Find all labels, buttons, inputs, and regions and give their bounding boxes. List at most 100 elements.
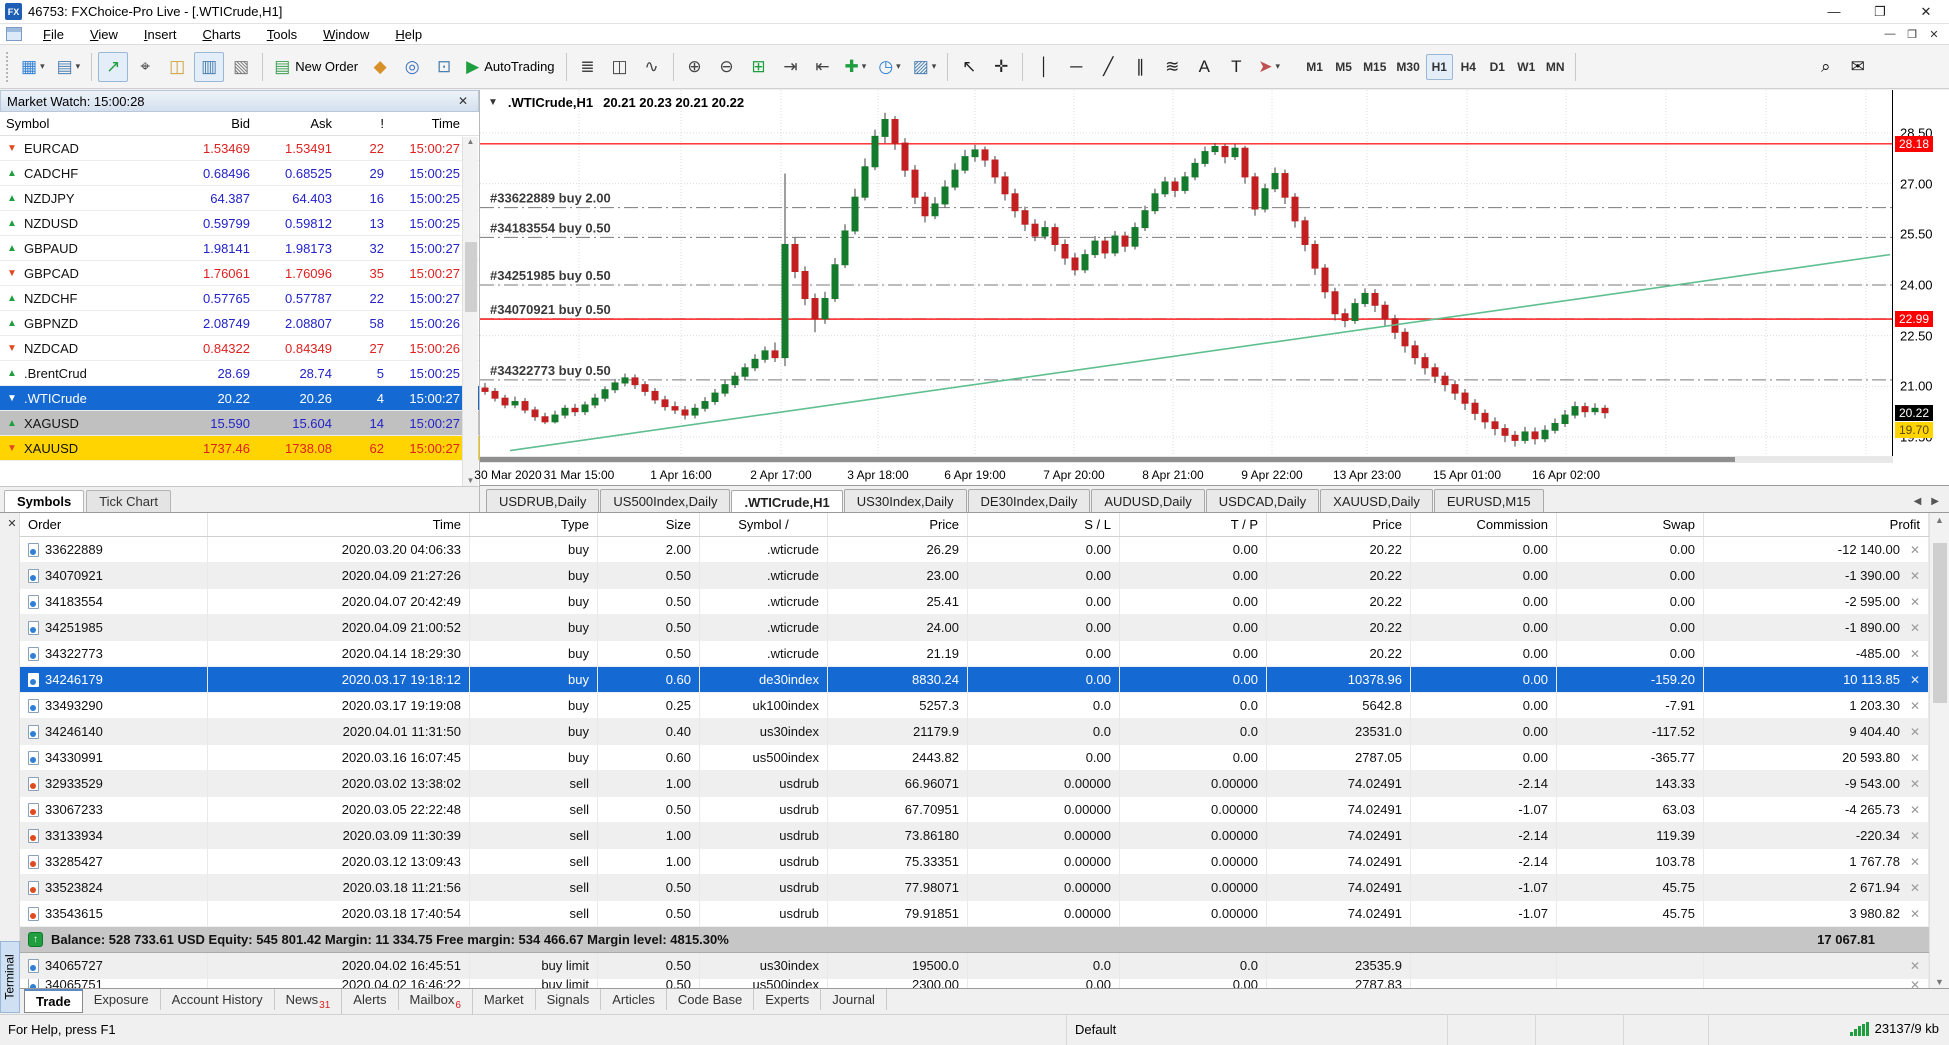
market-watch-row[interactable]: ▼XAUUSD1737.461738.086215:00:27 (0, 436, 479, 461)
market-watch-row[interactable]: ▼NZDCAD0.843220.843492715:00:26 (0, 336, 479, 361)
shapes-button[interactable]: ➤▾ (1253, 52, 1285, 82)
market-watch-row[interactable]: ▲.BrentCrud28.6928.74515:00:25 (0, 361, 479, 386)
terminal-tab-signals[interactable]: Signals (536, 989, 602, 1010)
terminal-tab-market[interactable]: Market (473, 989, 536, 1010)
chart-tab-usdcaddaily[interactable]: USDCAD,Daily (1206, 489, 1319, 512)
close-order-icon[interactable]: ✕ (1910, 673, 1920, 687)
close-order-icon[interactable]: ✕ (1910, 751, 1920, 765)
terminal-tab-trade[interactable]: Trade (24, 989, 83, 1013)
order-row[interactable]: 343227732020.04.14 18:29:30buy0.50.wticr… (20, 641, 1929, 667)
chart-tab-wticrudeh1[interactable]: .WTICrude,H1 (731, 490, 842, 513)
column-header-tp[interactable]: T / P (1120, 513, 1267, 536)
trendline-button[interactable]: ╱ (1093, 52, 1123, 82)
line-chart-button[interactable]: ∿ (637, 52, 667, 82)
data-window-button[interactable]: ⌖ (130, 52, 160, 82)
terminal-button[interactable]: ▥ (194, 52, 224, 82)
timeframe-h4[interactable]: H4 (1455, 54, 1482, 80)
scrollbar-thumb[interactable] (465, 242, 477, 312)
terminal-tab-exposure[interactable]: Exposure (83, 989, 161, 1010)
column-header-order[interactable]: Order (20, 513, 208, 536)
close-terminal-icon[interactable]: ✕ (4, 515, 20, 531)
close-order-icon[interactable]: ✕ (1910, 881, 1920, 895)
scroll-right-icon[interactable]: ▶ (1931, 496, 1939, 507)
zoom-out-button[interactable]: ⊖ (712, 52, 742, 82)
terminal-tab-articles[interactable]: Articles (601, 989, 667, 1010)
menu-charts[interactable]: Charts (189, 25, 253, 44)
column-header-price[interactable]: Price (1267, 513, 1411, 536)
scroll-down-icon[interactable]: ▼ (467, 476, 475, 485)
auto-scroll-button[interactable]: ⇥ (776, 52, 806, 82)
order-row[interactable]: 335238242020.03.18 11:21:56sell0.50usdru… (20, 875, 1929, 901)
close-order-icon[interactable]: ✕ (1910, 699, 1920, 713)
navigator-button[interactable]: ◫ (162, 52, 192, 82)
terminal-tab-experts[interactable]: Experts (754, 989, 821, 1010)
column-header-time[interactable]: Time (384, 116, 464, 131)
connection-status[interactable]: 23137/9 kb (1850, 1021, 1939, 1036)
menu-file[interactable]: File (30, 25, 77, 44)
minimize-button[interactable]: — (1811, 0, 1857, 23)
order-row[interactable]: 343309912020.03.16 16:07:45buy0.60us500i… (20, 745, 1929, 771)
order-row[interactable]: 340657272020.04.02 16:45:51buy limit0.50… (20, 953, 1929, 979)
market-watch-row[interactable]: ▼GBPCAD1.760611.760963515:00:27 (0, 261, 479, 286)
chart-tab-xauusddaily[interactable]: XAUUSD,Daily (1320, 489, 1433, 512)
chart-tab-us500indexdaily[interactable]: US500Index,Daily (600, 489, 730, 512)
scroll-left-icon[interactable]: ◀ (1914, 496, 1922, 507)
mdi-minimize-button[interactable]: — (1879, 25, 1901, 43)
menu-tools[interactable]: Tools (254, 25, 310, 44)
metaeditor-button[interactable]: ◆ (365, 52, 395, 82)
market-watch-row[interactable]: ▼EURCAD1.534691.534912215:00:27 (0, 136, 479, 161)
chart-tab-usdrubdaily[interactable]: USDRUB,Daily (486, 489, 599, 512)
status-profile[interactable]: Default (1066, 1015, 1447, 1045)
indicators-button[interactable]: ✚▾ (840, 52, 872, 82)
market-watch-row[interactable]: ▲NZDJPY64.38764.4031615:00:25 (0, 186, 479, 211)
text-button[interactable]: A (1189, 52, 1219, 82)
market-watch-row[interactable]: ▲NZDUSD0.597990.598121315:00:25 (0, 211, 479, 236)
menu-help[interactable]: Help (382, 25, 435, 44)
fibonacci-button[interactable]: ≋ (1157, 52, 1187, 82)
order-row[interactable]: 334932902020.03.17 19:19:08buy0.25uk100i… (20, 693, 1929, 719)
templates-button[interactable]: ▨▾ (908, 52, 942, 82)
close-order-icon[interactable]: ✕ (1910, 959, 1920, 973)
chart-tab-audusddaily[interactable]: AUDUSD,Daily (1091, 489, 1204, 512)
label-button[interactable]: T (1221, 52, 1251, 82)
column-header-size[interactable]: Size (598, 513, 700, 536)
toolbar-drag-handle[interactable] (6, 52, 11, 82)
chevron-down-icon[interactable]: ▾ (862, 61, 867, 72)
bar-chart-button[interactable]: ≣ (573, 52, 603, 82)
chevron-down-icon[interactable]: ▾ (40, 61, 45, 72)
order-row[interactable]: 340657512020.04.02 16:46:22buy limit0.50… (20, 979, 1929, 988)
scrollbar-thumb[interactable] (480, 457, 1735, 462)
close-order-icon[interactable]: ✕ (1910, 829, 1920, 843)
chart-tab-de30indexdaily[interactable]: DE30Index,Daily (968, 489, 1091, 512)
timeframe-m15[interactable]: M15 (1359, 54, 1390, 80)
column-header-profit[interactable]: Profit (1704, 513, 1929, 536)
column-header-type[interactable]: Type (470, 513, 598, 536)
column-header-[interactable]: ! (332, 116, 384, 131)
order-row[interactable]: 336228892020.03.20 04:06:33buy2.00.wticr… (20, 537, 1929, 563)
record-button[interactable]: ◎ (397, 52, 427, 82)
zoom-in-button[interactable]: ⊕ (680, 52, 710, 82)
candlestick-chart-button[interactable]: ◫ (605, 52, 635, 82)
market-watch-row[interactable]: ▲NZDCHF0.577650.577872215:00:27 (0, 286, 479, 311)
market-watch-scrollbar[interactable]: ▲ ▼ (462, 137, 478, 486)
close-order-icon[interactable]: ✕ (1910, 595, 1920, 609)
market-watch-button[interactable]: ↗ (98, 52, 128, 82)
profiles-button[interactable]: ▤▾ (52, 52, 86, 82)
autotrading-button[interactable]: ▶AutoTrading (461, 52, 559, 82)
order-row[interactable]: 331339342020.03.09 11:30:39sell1.00usdru… (20, 823, 1929, 849)
symbol-search-button[interactable]: ⌕ (1811, 52, 1841, 82)
close-order-icon[interactable]: ✕ (1910, 777, 1920, 791)
tab-symbols[interactable]: Symbols (4, 490, 84, 512)
new-chart-button[interactable]: ▦▾ (16, 52, 50, 82)
chart-horizontal-scrollbar[interactable] (480, 456, 1893, 463)
chart-tab-eurusdm15[interactable]: EURUSD,M15 (1434, 489, 1544, 512)
close-market-watch-icon[interactable]: ✕ (454, 94, 472, 108)
chevron-down-icon[interactable]: ▾ (896, 61, 901, 72)
terminal-tab-account-history[interactable]: Account History (161, 989, 275, 1010)
chart-shift-button[interactable]: ⇤ (808, 52, 838, 82)
timeframe-d1[interactable]: D1 (1484, 54, 1511, 80)
terminal-tab-news[interactable]: News31 (275, 989, 343, 1014)
close-order-icon[interactable]: ✕ (1910, 621, 1920, 635)
order-row[interactable]: 342461792020.03.17 19:18:12buy0.60de30in… (20, 667, 1929, 693)
chart-tab-us30indexdaily[interactable]: US30Index,Daily (844, 489, 967, 512)
